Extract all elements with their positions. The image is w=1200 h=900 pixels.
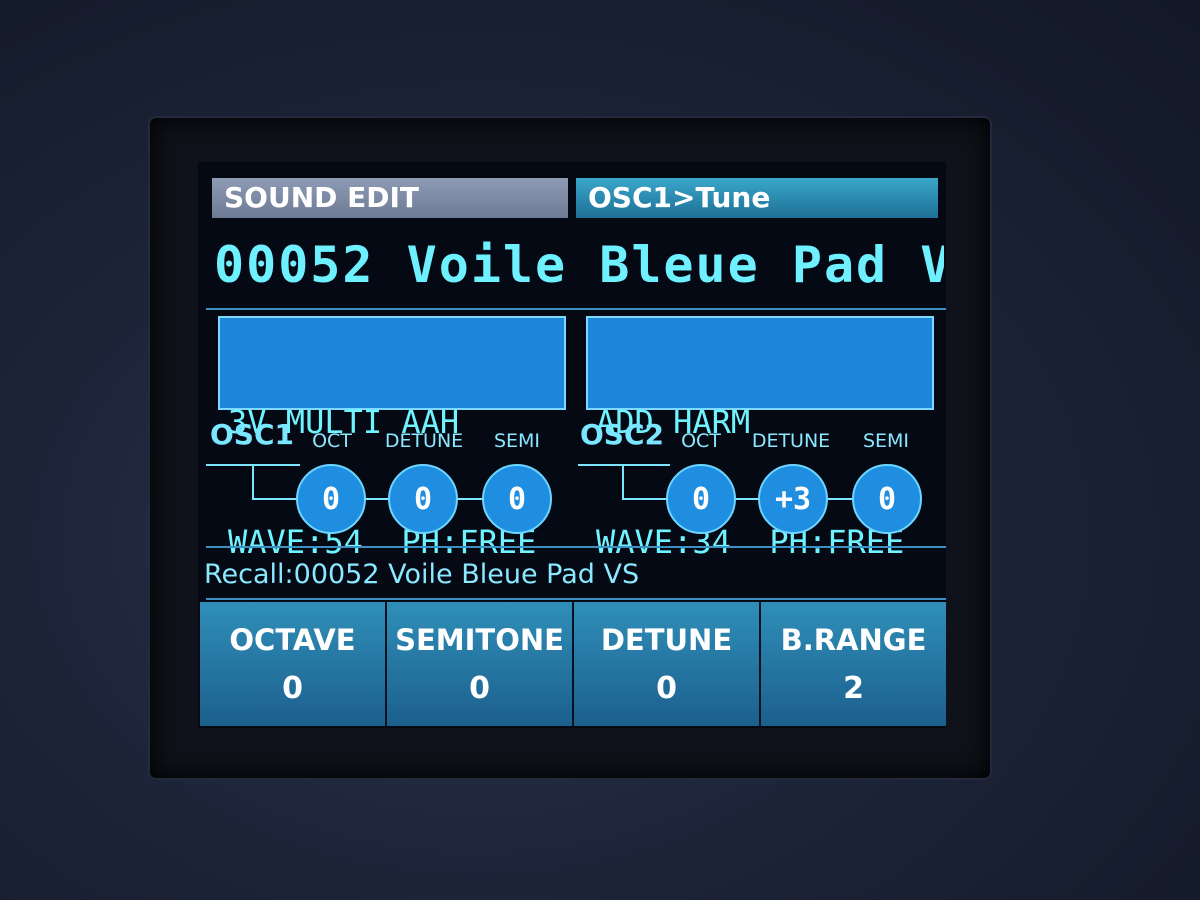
softkey-semitone[interactable]: SEMITONE 0 <box>387 602 574 726</box>
display-screen: SOUND EDIT OSC1>Tune 00052 Voile Bleue P… <box>198 162 946 728</box>
softkey-bar: OCTAVE 0 SEMITONE 0 DETUNE 0 B.RANGE 2 <box>200 602 946 726</box>
softkey-label: OCTAVE <box>229 622 356 657</box>
osc1-semi-label: SEMI <box>493 430 541 452</box>
softkey-value: 0 <box>469 670 490 706</box>
softkey-detune[interactable]: DETUNE 0 <box>574 602 761 726</box>
softkey-value: 2 <box>843 670 864 706</box>
softkey-label: SEMITONE <box>395 622 564 657</box>
page-breadcrumb: OSC1>Tune <box>576 178 938 218</box>
osc2-detune-knob[interactable]: +3 <box>758 464 828 534</box>
osc1-wave-box[interactable]: 3V MULTI AAH WAVE:54 PH:FREE <box>218 316 566 561</box>
osc2-semi-label: SEMI <box>862 430 910 452</box>
osc2-detune-label: DETUNE <box>751 430 831 452</box>
softkey-bend-range[interactable]: B.RANGE 2 <box>761 602 946 726</box>
recall-status: Recall:00052 Voile Bleue Pad VS <box>204 559 640 590</box>
osc2-title: OSC2 <box>580 418 664 451</box>
osc1-semi-knob[interactable]: 0 <box>482 464 552 534</box>
patch-name: 00052 Voile Bleue Pad V <box>214 236 944 294</box>
divider <box>206 308 946 310</box>
osc1-oct-knob[interactable]: 0 <box>296 464 366 534</box>
divider <box>206 598 946 600</box>
softkey-octave[interactable]: OCTAVE 0 <box>200 602 387 726</box>
softkey-label: DETUNE <box>600 622 733 657</box>
osc2-wave-box[interactable]: ADD HARM WAVE:34 PH:FREE <box>586 316 934 561</box>
osc2-oct-knob[interactable]: 0 <box>666 464 736 534</box>
divider <box>206 546 946 548</box>
osc1-title: OSC1 <box>210 418 294 451</box>
osc1-oct-label: OCT <box>312 430 352 452</box>
osc2-bracket <box>578 464 670 466</box>
osc2-semi-knob[interactable]: 0 <box>852 464 922 534</box>
osc2-bracket <box>622 464 624 498</box>
osc2-oct-label: OCT <box>681 430 721 452</box>
mode-title: SOUND EDIT <box>212 178 568 218</box>
osc1-bracket <box>252 464 254 498</box>
softkey-value: 0 <box>656 670 677 706</box>
softkey-label: B.RANGE <box>780 622 927 657</box>
softkey-value: 0 <box>282 670 303 706</box>
osc1-detune-knob[interactable]: 0 <box>388 464 458 534</box>
osc1-detune-label: DETUNE <box>384 430 464 452</box>
